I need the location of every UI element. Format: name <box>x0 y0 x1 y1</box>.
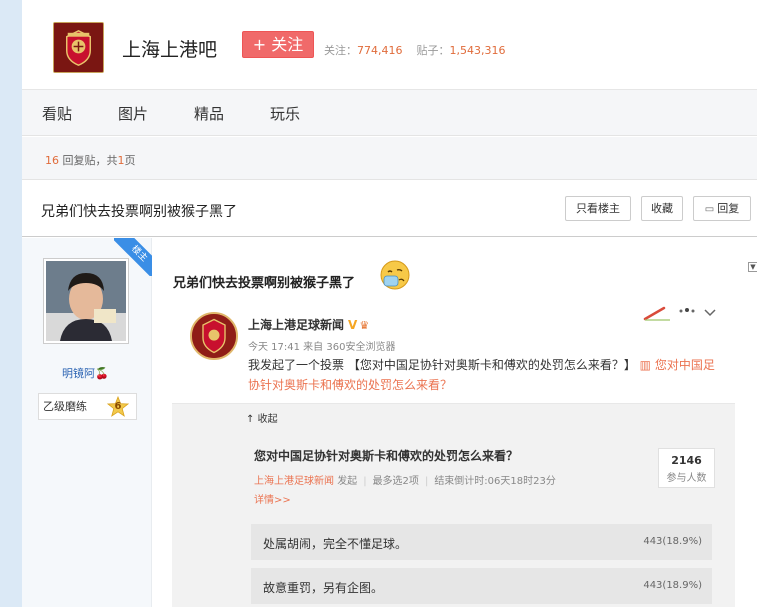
thread-title: 兄弟们快去投票啊别被猴子黑了 <box>41 204 237 220</box>
cherry-icon: 🍒 <box>95 367 109 380</box>
followers-label: 关注： <box>324 44 357 57</box>
verified-v-icon: V <box>348 318 358 332</box>
reply-button[interactable]: ▭ 回复 <box>693 196 751 221</box>
vote-detail-link[interactable]: 详情>> <box>254 491 291 506</box>
level-title: 乙级磨练 <box>43 400 87 413</box>
tieba-page: 上海上港吧 + 关注 关注：774,416 贴子：1,543,316 看贴 图片 … <box>22 0 757 607</box>
post-title: 兄弟们快去投票啊别被猴子黑了 <box>173 276 356 291</box>
weibo-share-card: 上海上港足球新闻 V ♛ 今天 17:41 来自 360安全浏览器 我发起了一个投票… <box>172 302 735 607</box>
vote-source[interactable]: 上海上港足球新闻 <box>254 476 334 487</box>
author-name-text: 明镜阿 <box>62 367 95 380</box>
level-number: 6 <box>114 401 122 412</box>
weibo-post: 上海上港足球新闻 V ♛ 今天 17:41 来自 360安全浏览器 我发起了一个投票… <box>172 302 735 404</box>
reply-count-label: 回复贴，共 <box>62 154 118 167</box>
collapse-label: 收起 <box>257 414 278 425</box>
pen-icon <box>643 306 670 321</box>
vote-source-suffix: 发起 <box>337 476 358 487</box>
level-badge[interactable]: 乙级磨练 6 <box>38 393 137 420</box>
posts-label: 贴子： <box>416 44 450 57</box>
thread-header: 兄弟们快去投票啊别被猴子黑了 只看楼主 收藏 ▭ 回复 <box>22 181 757 237</box>
reply-count-bar: 16 回复贴，共1页 <box>22 137 757 180</box>
only-op-button[interactable]: 只看楼主 <box>565 196 631 221</box>
left-gutter <box>0 0 22 607</box>
bar-nav: 看贴 图片 精品 玩乐 <box>22 90 757 136</box>
chart-icon: ▥ <box>639 358 651 372</box>
vote-option[interactable]: 处属胡闹，完全不懂足球。 443(18.9%) <box>251 524 712 560</box>
vote-option-text: 故意重罚，另有企图。 <box>263 581 384 595</box>
vote-option[interactable]: 故意重罚，另有企图。 443(18.9%) <box>251 568 712 604</box>
vote-option-result: 443(18.9%) <box>643 580 702 591</box>
page-suffix: 页 <box>124 154 136 167</box>
weibo-post-time: 今天 17:41 来自 360安全浏览器 <box>248 342 396 353</box>
avatar-image <box>46 261 126 341</box>
nav-tab-posts[interactable]: 看贴 <box>42 103 72 124</box>
weibo-account-name-text: 上海上港足球新闻 <box>248 318 345 332</box>
shanghai-sipg-crest-icon[interactable] <box>53 22 104 73</box>
bar-header: 上海上港吧 + 关注 关注：774,416 贴子：1,543,316 <box>22 0 757 90</box>
followers-count: 774,416 <box>357 44 403 57</box>
nav-tab-fun[interactable]: 玩乐 <box>270 103 300 124</box>
sneeze-emoji-icon <box>378 258 412 292</box>
level-star-icon: 6 <box>107 396 129 418</box>
decoration-dots-icon <box>679 308 695 313</box>
vote-meta: 上海上港足球新闻 发起 | 最多选2项 | 结束倒计时:06天18时23分 <box>254 476 556 487</box>
vote-question: 您对中国足协针对奥斯卡和傅欢的处罚怎么来看？ <box>254 449 519 463</box>
bar-stats: 关注：774,416 贴子：1,543,316 <box>324 42 505 58</box>
vote-participants-box: 2146 参与人数 <box>658 448 715 488</box>
chevron-down-icon[interactable] <box>704 308 716 318</box>
vote-option-result: 443(18.9%) <box>643 536 702 547</box>
collect-button[interactable]: 收藏 <box>641 196 683 221</box>
weibo-text-prefix: 我发起了一个投票 【您对中国足协针对奥斯卡和傅欢的处罚怎么来看？】 <box>248 358 636 372</box>
weibo-account-avatar[interactable] <box>190 312 238 360</box>
post-content: ▼ 兄弟们快去投票啊别被猴子黑了 上海上港足球新闻 V ♛ 今天 17:41 来… <box>152 238 757 607</box>
nav-tab-images[interactable]: 图片 <box>118 103 148 124</box>
comment-icon: ▭ <box>704 204 715 215</box>
vip-crown-icon: ♛ <box>359 319 370 332</box>
weibo-post-text: 我发起了一个投票 【您对中国足协针对奥斯卡和傅欢的处罚怎么来看？】 ▥ 您对中国… <box>248 355 718 395</box>
author-panel: 楼主 明镜阿🍒 乙级磨练 6 <box>22 238 152 607</box>
vote-participants-count: 2146 <box>671 454 702 467</box>
bar-title[interactable]: 上海上港吧 <box>122 35 217 62</box>
page-count: 1 <box>117 154 125 167</box>
avatar[interactable] <box>43 258 129 344</box>
vote-countdown: 结束倒计时:06天18时23分 <box>434 476 556 487</box>
author-name[interactable]: 明镜阿🍒 <box>62 365 109 381</box>
arrow-up-icon: ↑ <box>246 414 255 425</box>
reply-count: 16 <box>45 154 59 167</box>
reply-count-text: 16 回复贴，共1页 <box>45 152 136 168</box>
nav-tab-featured[interactable]: 精品 <box>194 103 224 124</box>
vote-max-select: 最多选2项 <box>372 476 419 487</box>
collapse-link[interactable]: ↑ 收起 <box>246 410 278 425</box>
posts-count: 1,543,316 <box>449 44 506 57</box>
weibo-account-name[interactable]: 上海上港足球新闻 V ♛ <box>248 316 369 333</box>
vote-participants-label: 参与人数 <box>666 473 707 484</box>
chevron-down-icon[interactable]: ▼ <box>748 262 757 272</box>
reply-button-label: 回复 <box>717 202 740 215</box>
vote-option-text: 处属胡闹，完全不懂足球。 <box>263 537 408 551</box>
follow-button[interactable]: + 关注 <box>242 31 314 58</box>
